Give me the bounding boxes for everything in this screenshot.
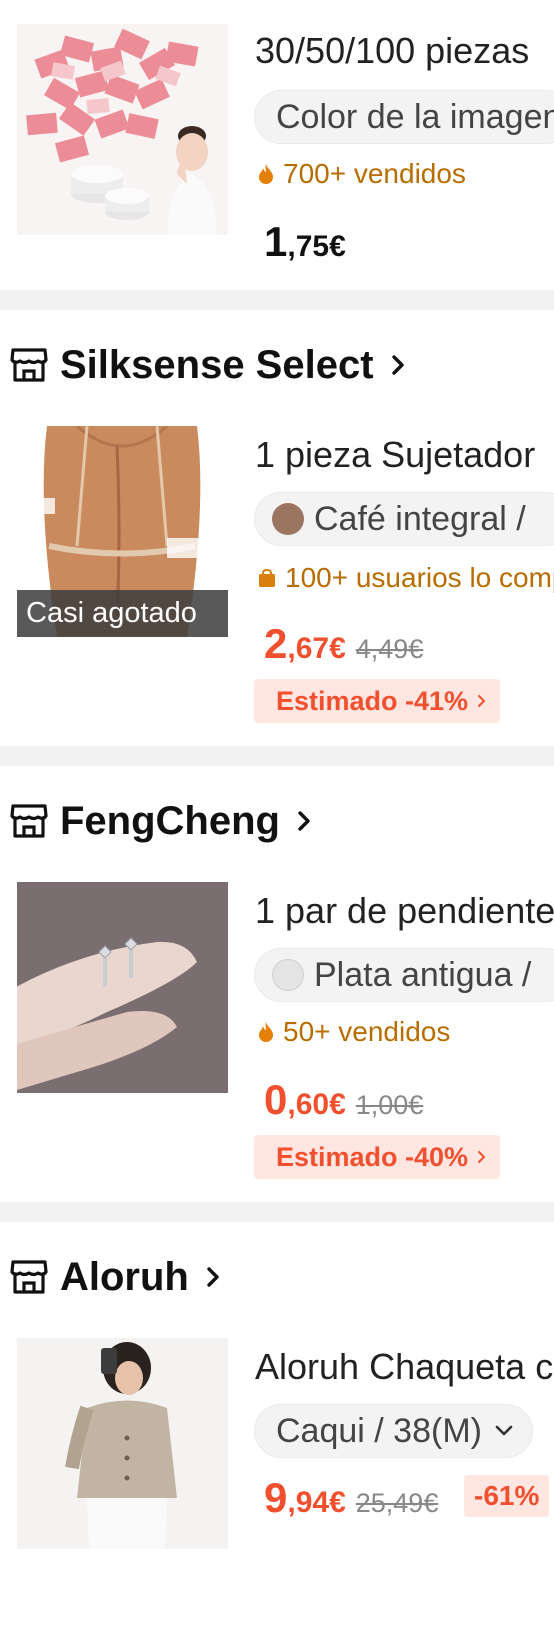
cart-section: 30/50/100 piezas Color de la imagen 700+…: [0, 0, 554, 290]
price: 9,94€ 25,49€: [264, 1474, 438, 1522]
original-price: 4,49€: [355, 634, 424, 664]
price-decimal: ,67€: [287, 632, 346, 665]
product-image[interactable]: [17, 24, 228, 235]
variant-label: Café integral /: [314, 499, 526, 538]
sales-count-text: 50+ vendidos: [283, 1016, 451, 1047]
product-photo: [17, 882, 228, 1093]
price-integer: 9: [264, 1474, 288, 1521]
variant-selector[interactable]: Café integral /: [254, 492, 554, 546]
store-name: FengCheng: [60, 798, 280, 843]
variant-selector[interactable]: Plata antigua /: [254, 948, 554, 1002]
estimate-discount-button[interactable]: Estimado -41%: [254, 679, 501, 723]
price-decimal: ,75€: [287, 230, 346, 263]
store-header[interactable]: FengCheng: [0, 766, 554, 876]
store-section: Aloruh Aloruh Chaqueta corta Caqui / 38(…: [0, 1222, 554, 1644]
price: 2,67€ 4,49€: [264, 620, 423, 668]
chevron-down-icon: [495, 1425, 513, 1436]
price-integer: 2: [264, 620, 288, 667]
stock-badge: Casi agotado: [17, 590, 228, 637]
price: 0,60€ 1,00€: [264, 1076, 423, 1124]
price: 1,75€: [264, 218, 346, 266]
variant-label: Color de la imagen: [276, 97, 554, 136]
product-photo: [17, 1338, 228, 1549]
variant-selector[interactable]: Caqui / 38(M): [254, 1404, 533, 1458]
store-header[interactable]: Silksense Select: [0, 310, 554, 420]
variant-label: Plata antigua /: [314, 955, 532, 994]
color-swatch: [272, 959, 304, 991]
product-title[interactable]: 30/50/100 piezas: [255, 30, 529, 72]
chevron-right-icon: [478, 1151, 486, 1163]
sales-count: 700+ vendidos: [258, 158, 466, 190]
chevron-right-icon: [478, 695, 486, 707]
variant-selector[interactable]: Color de la imagen: [254, 90, 554, 144]
product-title[interactable]: 1 par de pendientes: [255, 890, 554, 932]
estimate-discount-button[interactable]: Estimado -40%: [254, 1135, 501, 1179]
store-section: FengCheng 1 par de pendientes Plata anti…: [0, 766, 554, 1202]
bag-icon: [259, 569, 275, 587]
price-integer: 1: [264, 218, 288, 265]
price-decimal: ,60€: [287, 1088, 346, 1121]
product-title[interactable]: 1 pieza Sujetador: [255, 434, 535, 476]
flame-icon: [259, 1022, 273, 1042]
estimate-label: Estimado -41%: [276, 686, 469, 716]
original-price: 25,49€: [355, 1488, 439, 1518]
flame-icon: [259, 164, 273, 184]
store-header[interactable]: Aloruh: [0, 1222, 554, 1332]
store-section: Silksense Select Casi agotado 1 pieza Su…: [0, 310, 554, 746]
variant-label: Caqui / 38(M): [276, 1411, 482, 1450]
price-integer: 0: [264, 1076, 288, 1123]
store-name: Aloruh: [60, 1254, 189, 1299]
product-image[interactable]: [17, 1338, 228, 1549]
store-icon: [10, 1260, 48, 1294]
store-icon: [10, 348, 48, 382]
chevron-right-icon: [298, 811, 310, 831]
product-image[interactable]: Casi agotado: [17, 426, 228, 637]
chevron-right-icon: [391, 355, 404, 375]
store-icon: [10, 804, 48, 838]
store-name: Silksense Select: [60, 342, 374, 387]
product-image[interactable]: [17, 882, 228, 1093]
price-decimal: ,94€: [287, 1486, 346, 1519]
chevron-right-icon: [207, 1267, 219, 1287]
sales-count: 50+ vendidos: [258, 1016, 450, 1048]
original-price: 1,00€: [355, 1090, 424, 1120]
sales-count-text: 700+ vendidos: [283, 158, 466, 189]
discount-badge: -61%: [464, 1475, 550, 1517]
product-title[interactable]: Aloruh Chaqueta corta: [255, 1346, 554, 1388]
product-photo: [17, 24, 228, 235]
purchase-count-text: 100+ usuarios lo compraron: [285, 562, 554, 593]
purchase-count: 100+ usuarios lo compraron: [258, 562, 554, 594]
estimate-label: Estimado -40%: [276, 1142, 469, 1172]
color-swatch: [272, 503, 304, 535]
